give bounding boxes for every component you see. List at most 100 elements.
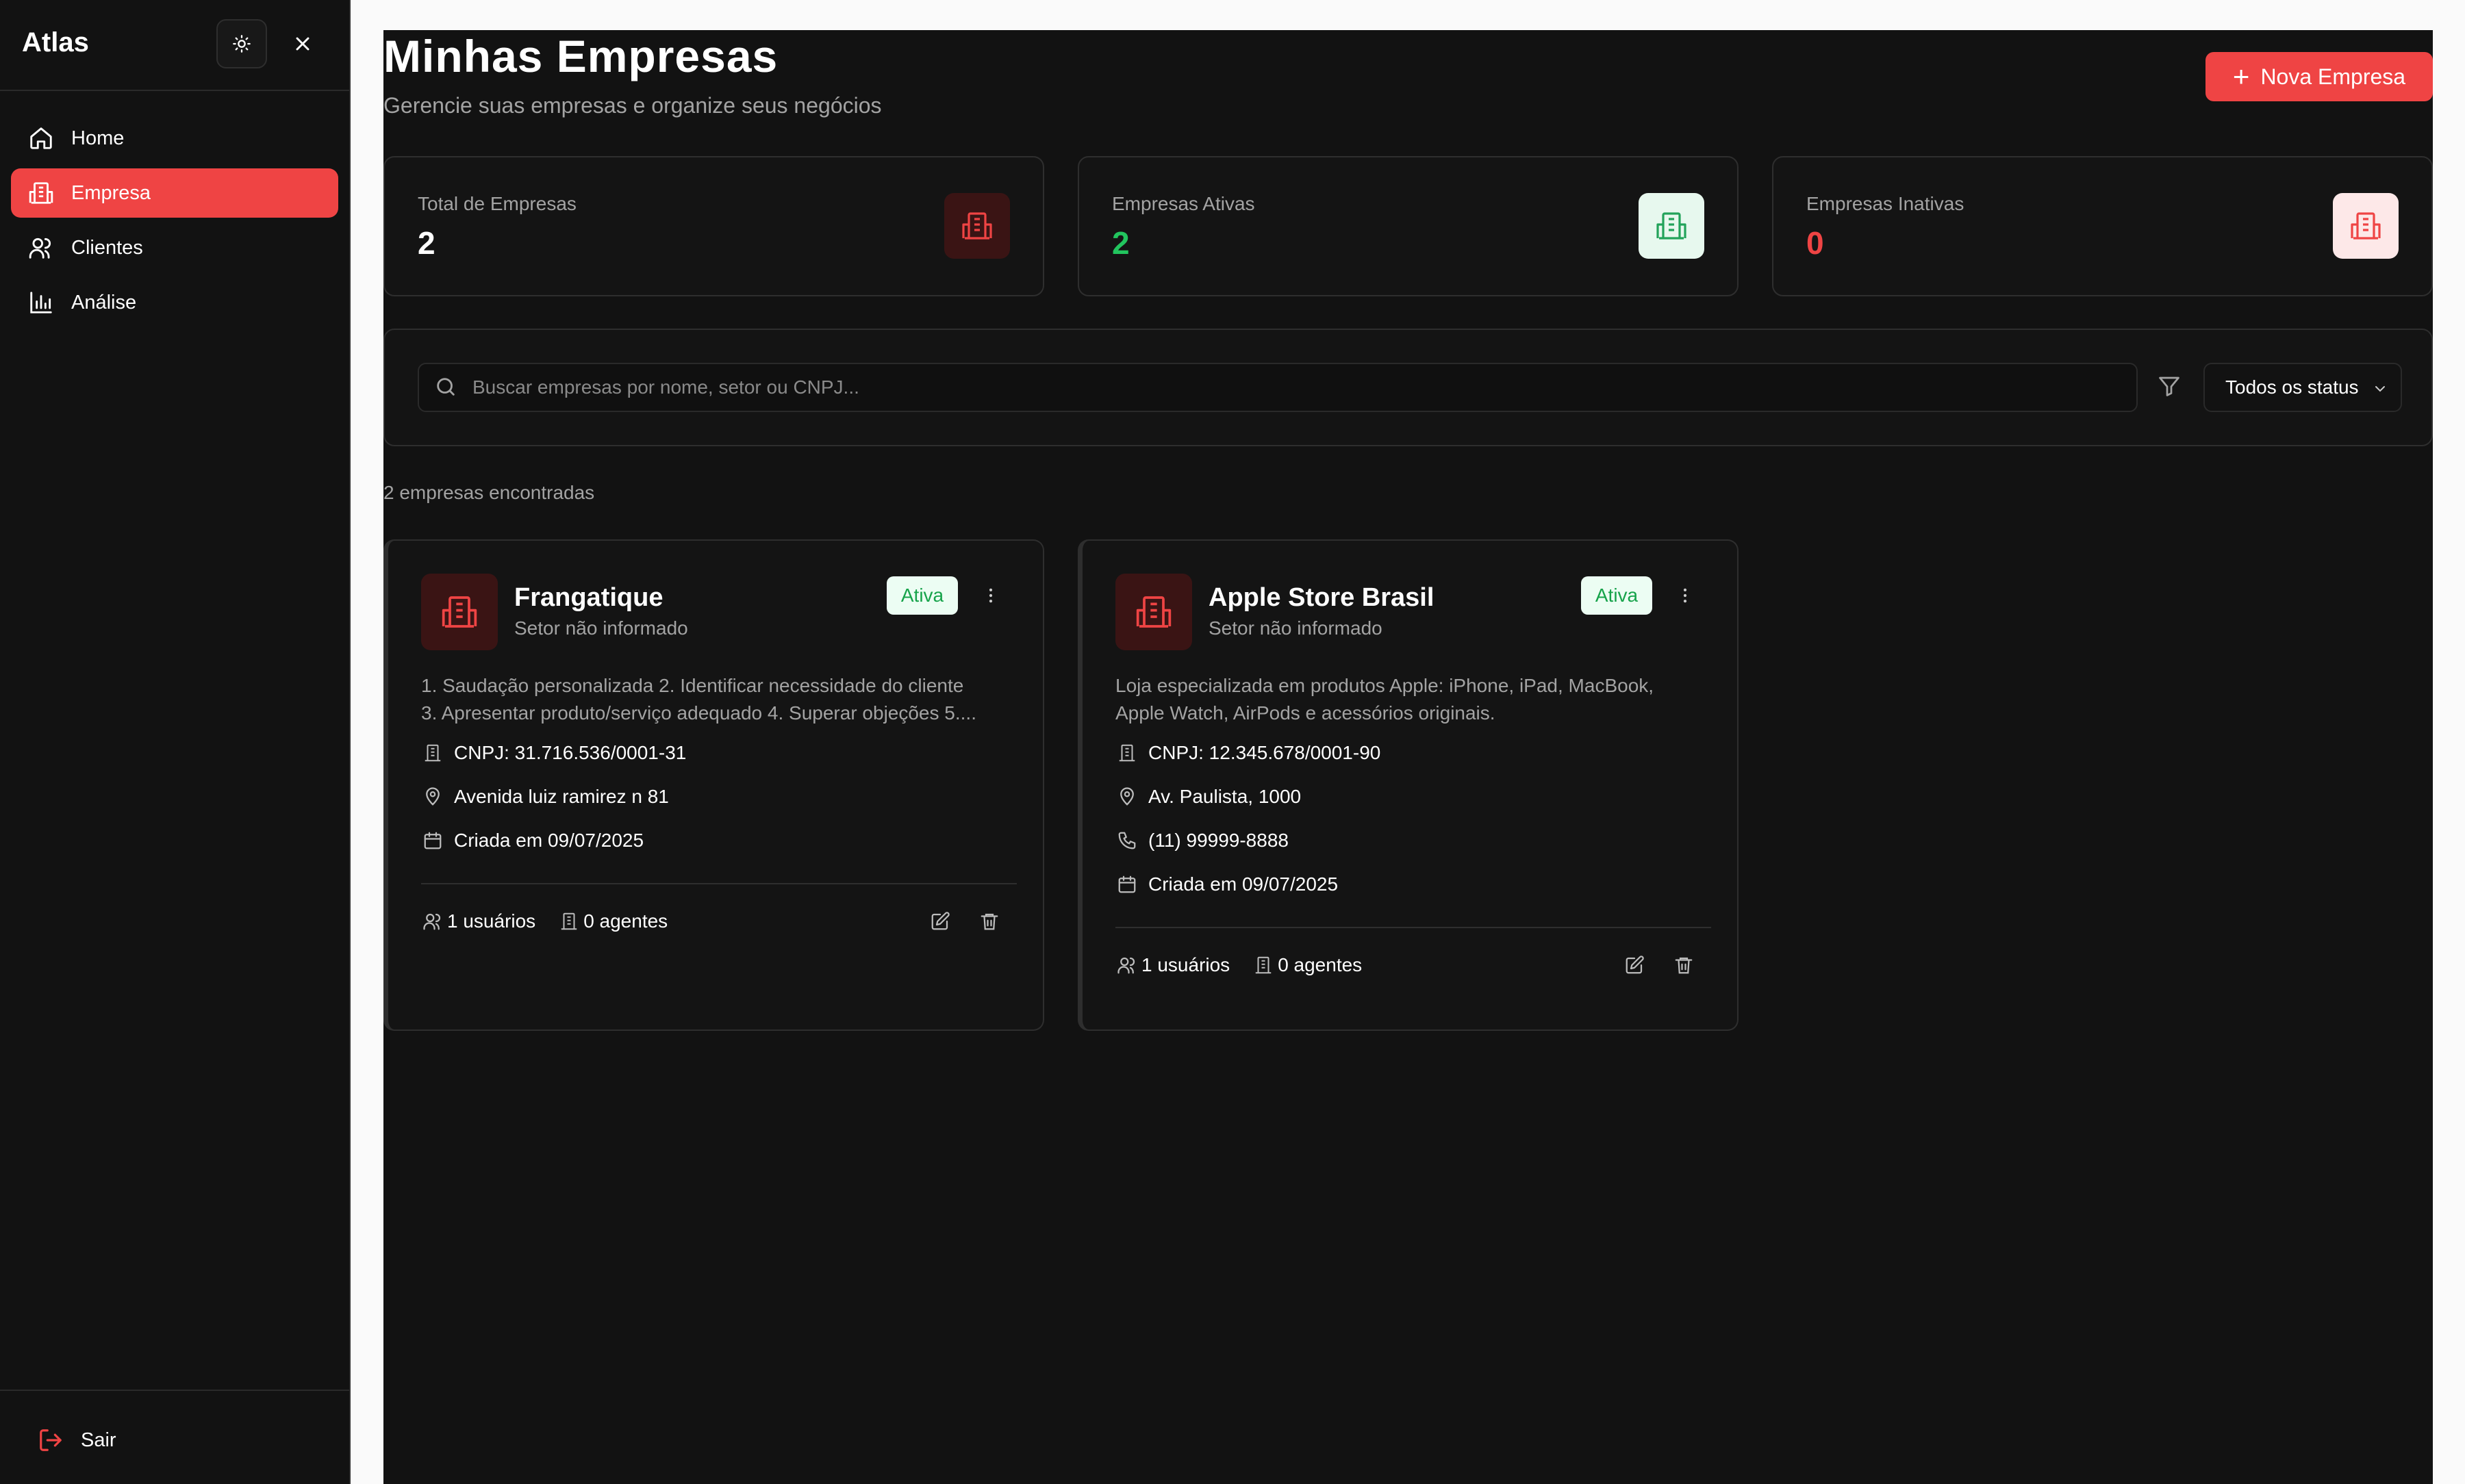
sidebar-item-label: Home [71,127,125,149]
plus-icon: + [2232,60,2250,92]
company-sector: Setor não informado [514,617,688,639]
logout-label: Sair [81,1429,116,1451]
close-sidebar-button[interactable] [286,27,319,60]
stat-label: Total de Empresas [418,193,577,214]
divider [421,883,1017,884]
users-icon [27,234,55,261]
app-brand: Atlas [22,27,89,57]
company-cnpj: CNPJ: 12.345.678/0001-90 [1115,739,1711,767]
description-line: 3. Apresentar produto/serviço adequado 4… [421,702,976,724]
sidebar-item-analise[interactable]: Análise [11,278,338,327]
sidebar-item-home[interactable]: Home [11,114,338,163]
building-icon [1252,954,1275,977]
building-icon [421,574,498,650]
logout-button[interactable]: Sair [37,1427,116,1454]
building-icon [1115,741,1139,765]
sidebar-item-label: Análise [71,291,137,314]
stat-label: Empresas Inativas [1806,193,1964,214]
agents-text: 0 agentes [583,910,668,932]
delete-button[interactable] [1670,951,1697,979]
company-name: Frangatique [514,583,663,612]
building-icon [421,741,444,765]
users-count: 1 usuários [1115,954,1230,977]
divider [1115,927,1711,928]
company-cnpj: CNPJ: 31.716.536/0001-31 [421,739,1017,767]
status-filter-select[interactable]: Todos os status [2203,363,2402,412]
stat-value: 0 [1806,225,1824,261]
trash-icon [979,911,1000,932]
sidebar-item-clientes[interactable]: Clientes [11,223,338,272]
theme-toggle-button[interactable] [216,19,267,68]
company-address: Av. Paulista, 1000 [1115,783,1711,810]
sidebar-footer: Sair [0,1390,349,1484]
created-text: Criada em 09/07/2025 [1148,873,1339,895]
company-sector: Setor não informado [1209,617,1382,639]
edit-icon [1624,955,1645,975]
company-description: Loja especializada em produtos Apple: iP… [1115,672,1711,727]
agents-count: 0 agentes [557,910,668,933]
sidebar: Atlas Home Empresa Clientes Análise Sair [0,0,351,1484]
users-text: 1 usuários [447,910,536,932]
company-card[interactable]: Apple Store Brasil Setor não informado A… [1078,539,1739,1031]
more-options-button[interactable] [977,580,1004,611]
building-icon [1639,193,1704,259]
description-line: 1. Saudação personalizada 2. Identificar… [421,675,964,696]
edit-icon [930,911,950,932]
status-badge: Ativa [887,576,958,615]
search-icon [434,375,459,400]
agents-text: 0 agentes [1278,954,1363,975]
home-icon [27,125,55,152]
stat-card-inactive: Empresas Inativas 0 [1772,156,2433,296]
building-icon [944,193,1010,259]
filter-icon [2157,374,2184,401]
agents-count: 0 agentes [1252,954,1362,977]
company-card[interactable]: Frangatique Setor não informado Ativa 1.… [383,539,1044,1031]
created-text: Criada em 09/07/2025 [454,830,644,851]
building-icon [27,179,55,207]
calendar-icon [421,829,444,852]
sidebar-item-empresa[interactable]: Empresa [11,168,338,218]
sidebar-nav: Home Empresa Clientes Análise [11,114,338,333]
more-options-button[interactable] [1671,580,1699,611]
search-input[interactable] [472,376,2116,398]
sidebar-header: Atlas [0,0,349,91]
building-icon [1115,574,1192,650]
edit-button[interactable] [926,908,954,935]
company-address: Avenida luiz ramirez n 81 [421,783,1017,810]
building-icon [2333,193,2399,259]
sun-icon [232,34,251,53]
sidebar-item-label: Empresa [71,181,151,204]
page-title: Minhas Empresas [383,31,779,81]
users-icon [1115,954,1139,977]
users-count: 1 usuários [421,910,535,933]
stat-card-total: Total de Empresas 2 [383,156,1044,296]
status-badge: Ativa [1581,576,1652,615]
bar-chart-icon [27,289,55,316]
company-created: Criada em 09/07/2025 [1115,871,1711,898]
map-pin-icon [421,785,444,808]
more-vertical-icon [981,586,1000,605]
map-pin-icon [1115,785,1139,808]
more-vertical-icon [1676,586,1695,605]
search-box[interactable] [418,363,2138,412]
phone-text: (11) 99999-8888 [1148,830,1289,851]
company-description: 1. Saudação personalizada 2. Identificar… [421,672,1017,727]
stat-card-active: Empresas Ativas 2 [1078,156,1739,296]
users-icon [421,910,444,933]
address-text: Av. Paulista, 1000 [1148,786,1302,807]
page-subtitle: Gerencie suas empresas e organize seus n… [383,93,882,118]
description-line: Apple Watch, AirPods e acessórios origin… [1115,702,1495,724]
sidebar-item-label: Clientes [71,236,143,259]
stat-value: 2 [1112,225,1130,261]
results-count: 2 empresas encontradas [383,482,595,503]
building-icon [557,910,581,933]
chevron-down-icon [2372,381,2388,397]
new-company-button[interactable]: + Nova Empresa [2205,52,2433,101]
users-text: 1 usuários [1141,954,1230,975]
stat-label: Empresas Ativas [1112,193,1255,214]
edit-button[interactable] [1621,951,1648,979]
close-icon [292,33,314,55]
main-area: Minhas Empresas Gerencie suas empresas e… [351,0,2465,1484]
description-line: Loja especializada em produtos Apple: iP… [1115,675,1654,696]
delete-button[interactable] [976,908,1003,935]
